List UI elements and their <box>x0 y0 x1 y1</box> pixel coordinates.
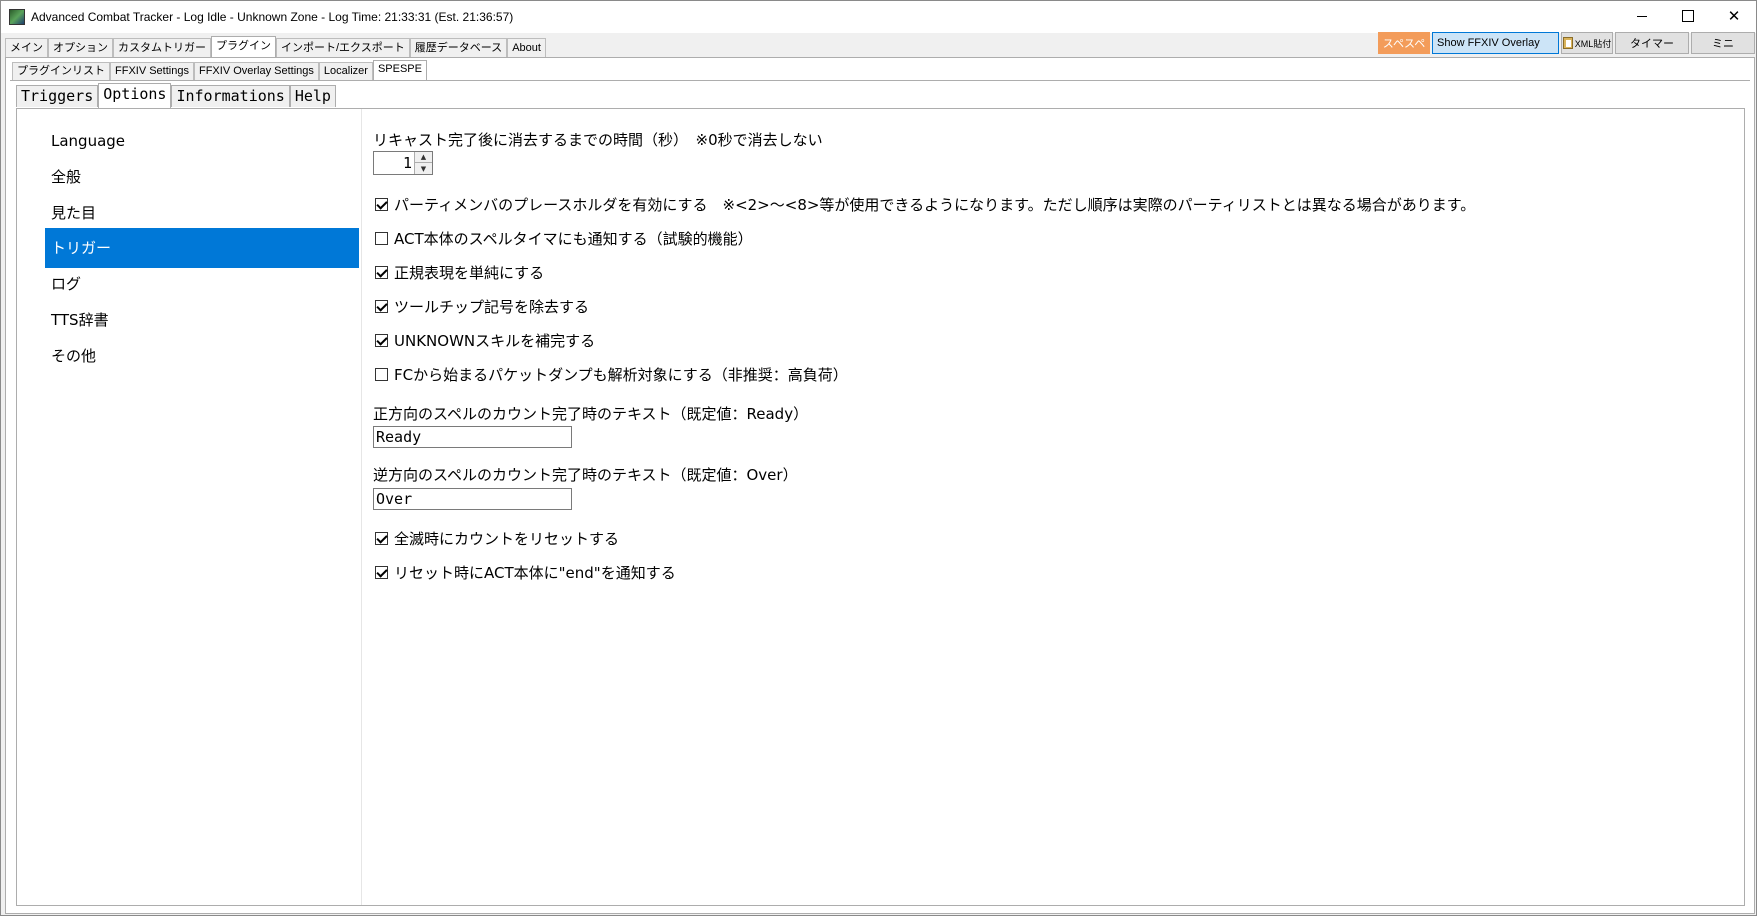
sidebar-item-tts-dictionary[interactable]: TTS辞書 <box>45 300 359 340</box>
stepper-up-icon[interactable]: ▲ <box>415 152 432 163</box>
main-tab-bar: メイン オプション カスタムトリガー プラグイン インポート/エクスポート 履歴… <box>5 36 546 58</box>
complete-unknown-skill-label: UNKNOWNスキルを補完する <box>394 331 596 350</box>
sidebar-item-log[interactable]: ログ <box>45 264 359 304</box>
title-bar[interactable]: Advanced Combat Tracker - Log Idle - Unk… <box>1 1 1756 33</box>
xml-paste-button[interactable]: XML貼付 <box>1561 32 1613 54</box>
tab-help[interactable]: Help <box>289 85 336 107</box>
ready-text-input[interactable]: Ready <box>373 426 572 448</box>
maximize-button[interactable] <box>1665 1 1711 31</box>
tab-plugins[interactable]: プラグイン <box>211 36 276 58</box>
sidebar-item-language[interactable]: Language <box>45 121 359 161</box>
notify-end-on-reset-label: リセット時にACT本体に"end"を通知する <box>394 563 676 582</box>
spespe-panel: Triggers Options Informations Help Langu… <box>10 80 1750 910</box>
sidebar-item-trigger[interactable]: トリガー <box>45 228 359 268</box>
window-title: Advanced Combat Tracker - Log Idle - Unk… <box>31 10 514 24</box>
plugin-panel: プラグインリスト FFXIV Settings FFXIV Overlay Se… <box>5 57 1755 914</box>
over-text-input[interactable]: Over <box>373 488 572 510</box>
act-spell-timer-notify-checkbox[interactable]: ACT本体のスペルタイマにも通知する（試験的機能） <box>375 227 753 249</box>
reset-on-wipe-checkbox[interactable]: 全滅時にカウントをリセットする <box>375 527 619 549</box>
tab-spespe-options[interactable]: Options <box>98 83 172 108</box>
party-placeholder-checkbox[interactable]: パーティメンバのプレースホルダを有効にする ※<2>〜<8>等が使用できるように… <box>375 193 1475 215</box>
checkbox-unchecked-icon <box>375 231 388 245</box>
tab-informations[interactable]: Informations <box>171 85 290 107</box>
checkbox-checked-icon <box>375 531 388 545</box>
options-area: Language 全般 見た目 トリガー ログ TTS辞書 その他 リキャスト完… <box>16 108 1745 906</box>
sidebar-item-general[interactable]: 全般 <box>45 157 359 197</box>
spespe-tab-bar: Triggers Options Informations Help <box>16 83 336 108</box>
xml-paste-label: XML貼付 <box>1574 38 1612 49</box>
options-sidebar: Language 全般 見た目 トリガー ログ TTS辞書 その他 <box>17 109 362 905</box>
close-button[interactable]: ✕ <box>1711 1 1757 31</box>
checkbox-checked-icon <box>375 265 388 279</box>
fc-packet-dump-label: FCから始まるパケットダンプも解析対象にする（非推奨：高負荷） <box>394 365 848 384</box>
tab-about[interactable]: About <box>507 38 546 58</box>
tab-main[interactable]: メイン <box>5 38 48 58</box>
recast-clear-time-value: 1 <box>402 154 412 172</box>
show-ffxiv-overlay-button[interactable]: Show FFXIV Overlay <box>1432 32 1559 54</box>
spespe-button[interactable]: スペスペ <box>1378 32 1430 54</box>
timer-button[interactable]: タイマー <box>1615 32 1689 54</box>
tab-triggers[interactable]: Triggers <box>16 85 99 107</box>
act-spell-timer-notify-label: ACT本体のスペルタイマにも通知する（試験的機能） <box>394 229 753 248</box>
sidebar-item-appearance[interactable]: 見た目 <box>45 193 359 233</box>
tab-ffxiv-overlay-settings[interactable]: FFXIV Overlay Settings <box>193 62 319 80</box>
checkbox-checked-icon <box>375 197 388 211</box>
plugin-tab-bar: プラグインリスト FFXIV Settings FFXIV Overlay Se… <box>12 60 427 81</box>
checkbox-unchecked-icon <box>375 367 388 381</box>
tab-options[interactable]: オプション <box>48 38 113 58</box>
remove-tooltip-symbols-checkbox[interactable]: ツールチップ記号を除去する <box>375 295 589 317</box>
stepper-down-icon[interactable]: ▼ <box>415 163 432 174</box>
tab-ffxiv-settings[interactable]: FFXIV Settings <box>110 62 194 80</box>
mini-button[interactable]: ミニ <box>1691 32 1755 54</box>
trigger-options-content: リキャスト完了後に消去するまでの時間（秒） ※0秒で消去しない 1 ▲ ▼ パー… <box>373 109 1743 905</box>
tab-import-export[interactable]: インポート/エクスポート <box>276 38 410 58</box>
tab-history-database[interactable]: 履歴データベース <box>409 38 508 58</box>
stepper-buttons: ▲ ▼ <box>414 152 432 174</box>
checkbox-checked-icon <box>375 333 388 347</box>
ready-text-label: 正方向のスペルのカウント完了時のテキスト（既定値：Ready） <box>373 405 809 423</box>
tab-plugin-list[interactable]: プラグインリスト <box>12 62 110 80</box>
reset-on-wipe-label: 全滅時にカウントをリセットする <box>394 529 620 548</box>
sidebar-item-other[interactable]: その他 <box>45 336 359 376</box>
notify-end-on-reset-checkbox[interactable]: リセット時にACT本体に"end"を通知する <box>375 561 676 583</box>
remove-tooltip-symbols-label: ツールチップ記号を除去する <box>394 297 590 316</box>
recast-clear-time-label: リキャスト完了後に消去するまでの時間（秒） ※0秒で消去しない <box>373 131 823 149</box>
party-placeholder-label: パーティメンバのプレースホルダを有効にする ※<2>〜<8>等が使用できるように… <box>394 195 1476 214</box>
recast-clear-time-stepper[interactable]: 1 ▲ ▼ <box>373 151 433 175</box>
app-icon <box>9 9 25 25</box>
fc-packet-dump-checkbox[interactable]: FCから始まるパケットダンプも解析対象にする（非推奨：高負荷） <box>375 363 848 385</box>
clipboard-icon <box>1562 37 1573 49</box>
simple-regex-checkbox[interactable]: 正規表現を単純にする <box>375 261 544 283</box>
complete-unknown-skill-checkbox[interactable]: UNKNOWNスキルを補完する <box>375 329 595 351</box>
checkbox-checked-icon <box>375 299 388 313</box>
simple-regex-label: 正規表現を単純にする <box>394 263 545 282</box>
tab-spespe[interactable]: SPESPE <box>372 60 427 81</box>
tab-custom-triggers[interactable]: カスタムトリガー <box>113 38 211 58</box>
over-text-label: 逆方向のスペルのカウント完了時のテキスト（既定値：Over） <box>373 466 798 484</box>
minimize-button[interactable] <box>1619 1 1665 31</box>
tab-localizer[interactable]: Localizer <box>318 62 373 80</box>
act-window: Advanced Combat Tracker - Log Idle - Unk… <box>0 0 1757 916</box>
checkbox-checked-icon <box>375 565 388 579</box>
